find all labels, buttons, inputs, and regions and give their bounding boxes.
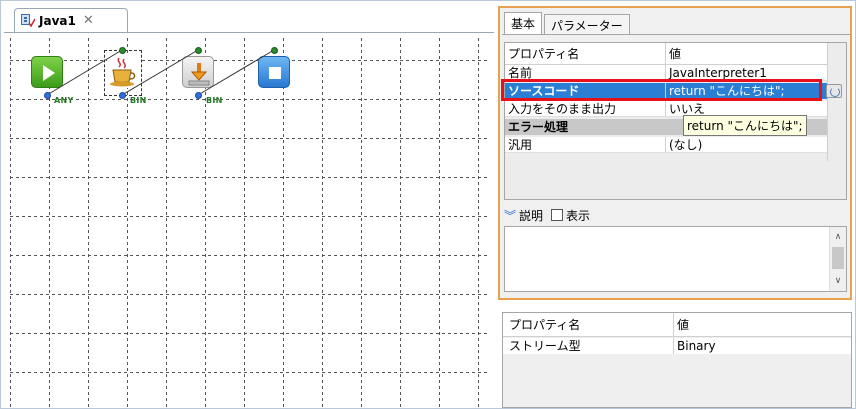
property-name: ソースコード	[505, 83, 666, 99]
property-value[interactable]: いいえ	[666, 101, 827, 116]
property-row-stream-type[interactable]: ストリーム型 Binary	[503, 338, 851, 354]
property-tabs: 基本 パラメーター	[504, 12, 632, 34]
flow-editor: Java1 ✕ ANY BIN BIN	[4, 6, 494, 408]
property-value[interactable]: return "こんにちは";	[666, 83, 827, 99]
flow-icon	[21, 14, 35, 27]
port-label: BIN	[130, 96, 147, 105]
port-label: ANY	[54, 96, 74, 105]
input-port[interactable]	[195, 92, 202, 99]
tooltip: return "こんにちは";	[683, 115, 807, 136]
output-port[interactable]	[195, 47, 202, 54]
property-row-source-code[interactable]: ソースコード return "こんにちは";	[505, 83, 827, 99]
scroll-down-icon[interactable]: ∨	[830, 273, 846, 289]
category-label: エラー処理	[508, 120, 569, 134]
property-name: 名前	[505, 65, 666, 80]
grid-header: プロパティ名 値	[503, 313, 851, 337]
scroll-up-icon[interactable]: ∧	[830, 229, 846, 245]
property-row-general[interactable]: 汎用 (なし)	[505, 137, 827, 153]
column-header-name: プロパティ名	[505, 43, 666, 64]
property-name: 汎用	[505, 137, 666, 152]
column-header-name: プロパティ名	[503, 313, 674, 336]
output-port[interactable]	[271, 47, 278, 54]
property-row-name[interactable]: 名前 JavaInterpreter1	[505, 65, 827, 81]
tab-basic[interactable]: 基本	[504, 12, 543, 34]
description-area[interactable]: ∧ ∨	[504, 226, 847, 292]
property-name: 入力をそのまま出力	[505, 101, 666, 116]
description-bar: ︾ 説明 表示	[504, 206, 590, 224]
property-panel: 基本 パラメーター プロパティ名 値 名前 JavaInterpreter1 ソ…	[498, 6, 852, 300]
column-header-value: 値	[669, 47, 682, 61]
property-name: ストリーム型	[503, 338, 674, 354]
tab-parameters[interactable]: パラメーター	[544, 14, 630, 34]
output-port[interactable]	[119, 47, 126, 54]
edit-ellipsis-button[interactable]	[826, 84, 842, 98]
description-label: 説明	[519, 208, 544, 223]
vertical-scrollbar[interactable]: ∧ ∨	[829, 227, 846, 291]
input-port[interactable]	[119, 92, 126, 99]
column-header-value: 値	[677, 318, 690, 332]
property-value[interactable]: (なし)	[666, 137, 827, 152]
scroll-thumb[interactable]	[832, 247, 844, 269]
port-label: BIN	[206, 96, 223, 105]
show-label: 表示	[566, 208, 591, 223]
tab-divider	[502, 34, 850, 35]
tab-label: Java1	[39, 13, 76, 28]
double-chevron-down-icon[interactable]: ︾	[504, 207, 516, 224]
grid-header: プロパティ名 値	[505, 43, 827, 65]
property-value[interactable]: JavaInterpreter1	[666, 65, 827, 80]
grid-divider	[827, 43, 828, 161]
input-port[interactable]	[44, 92, 51, 99]
show-checkbox[interactable]	[551, 209, 564, 221]
close-icon[interactable]: ✕	[83, 13, 94, 28]
property-value[interactable]: Binary	[674, 338, 851, 354]
tab-java1[interactable]: Java1 ✕	[14, 8, 128, 32]
port-property-panel: プロパティ名 値 ストリーム型 Binary	[502, 312, 852, 408]
